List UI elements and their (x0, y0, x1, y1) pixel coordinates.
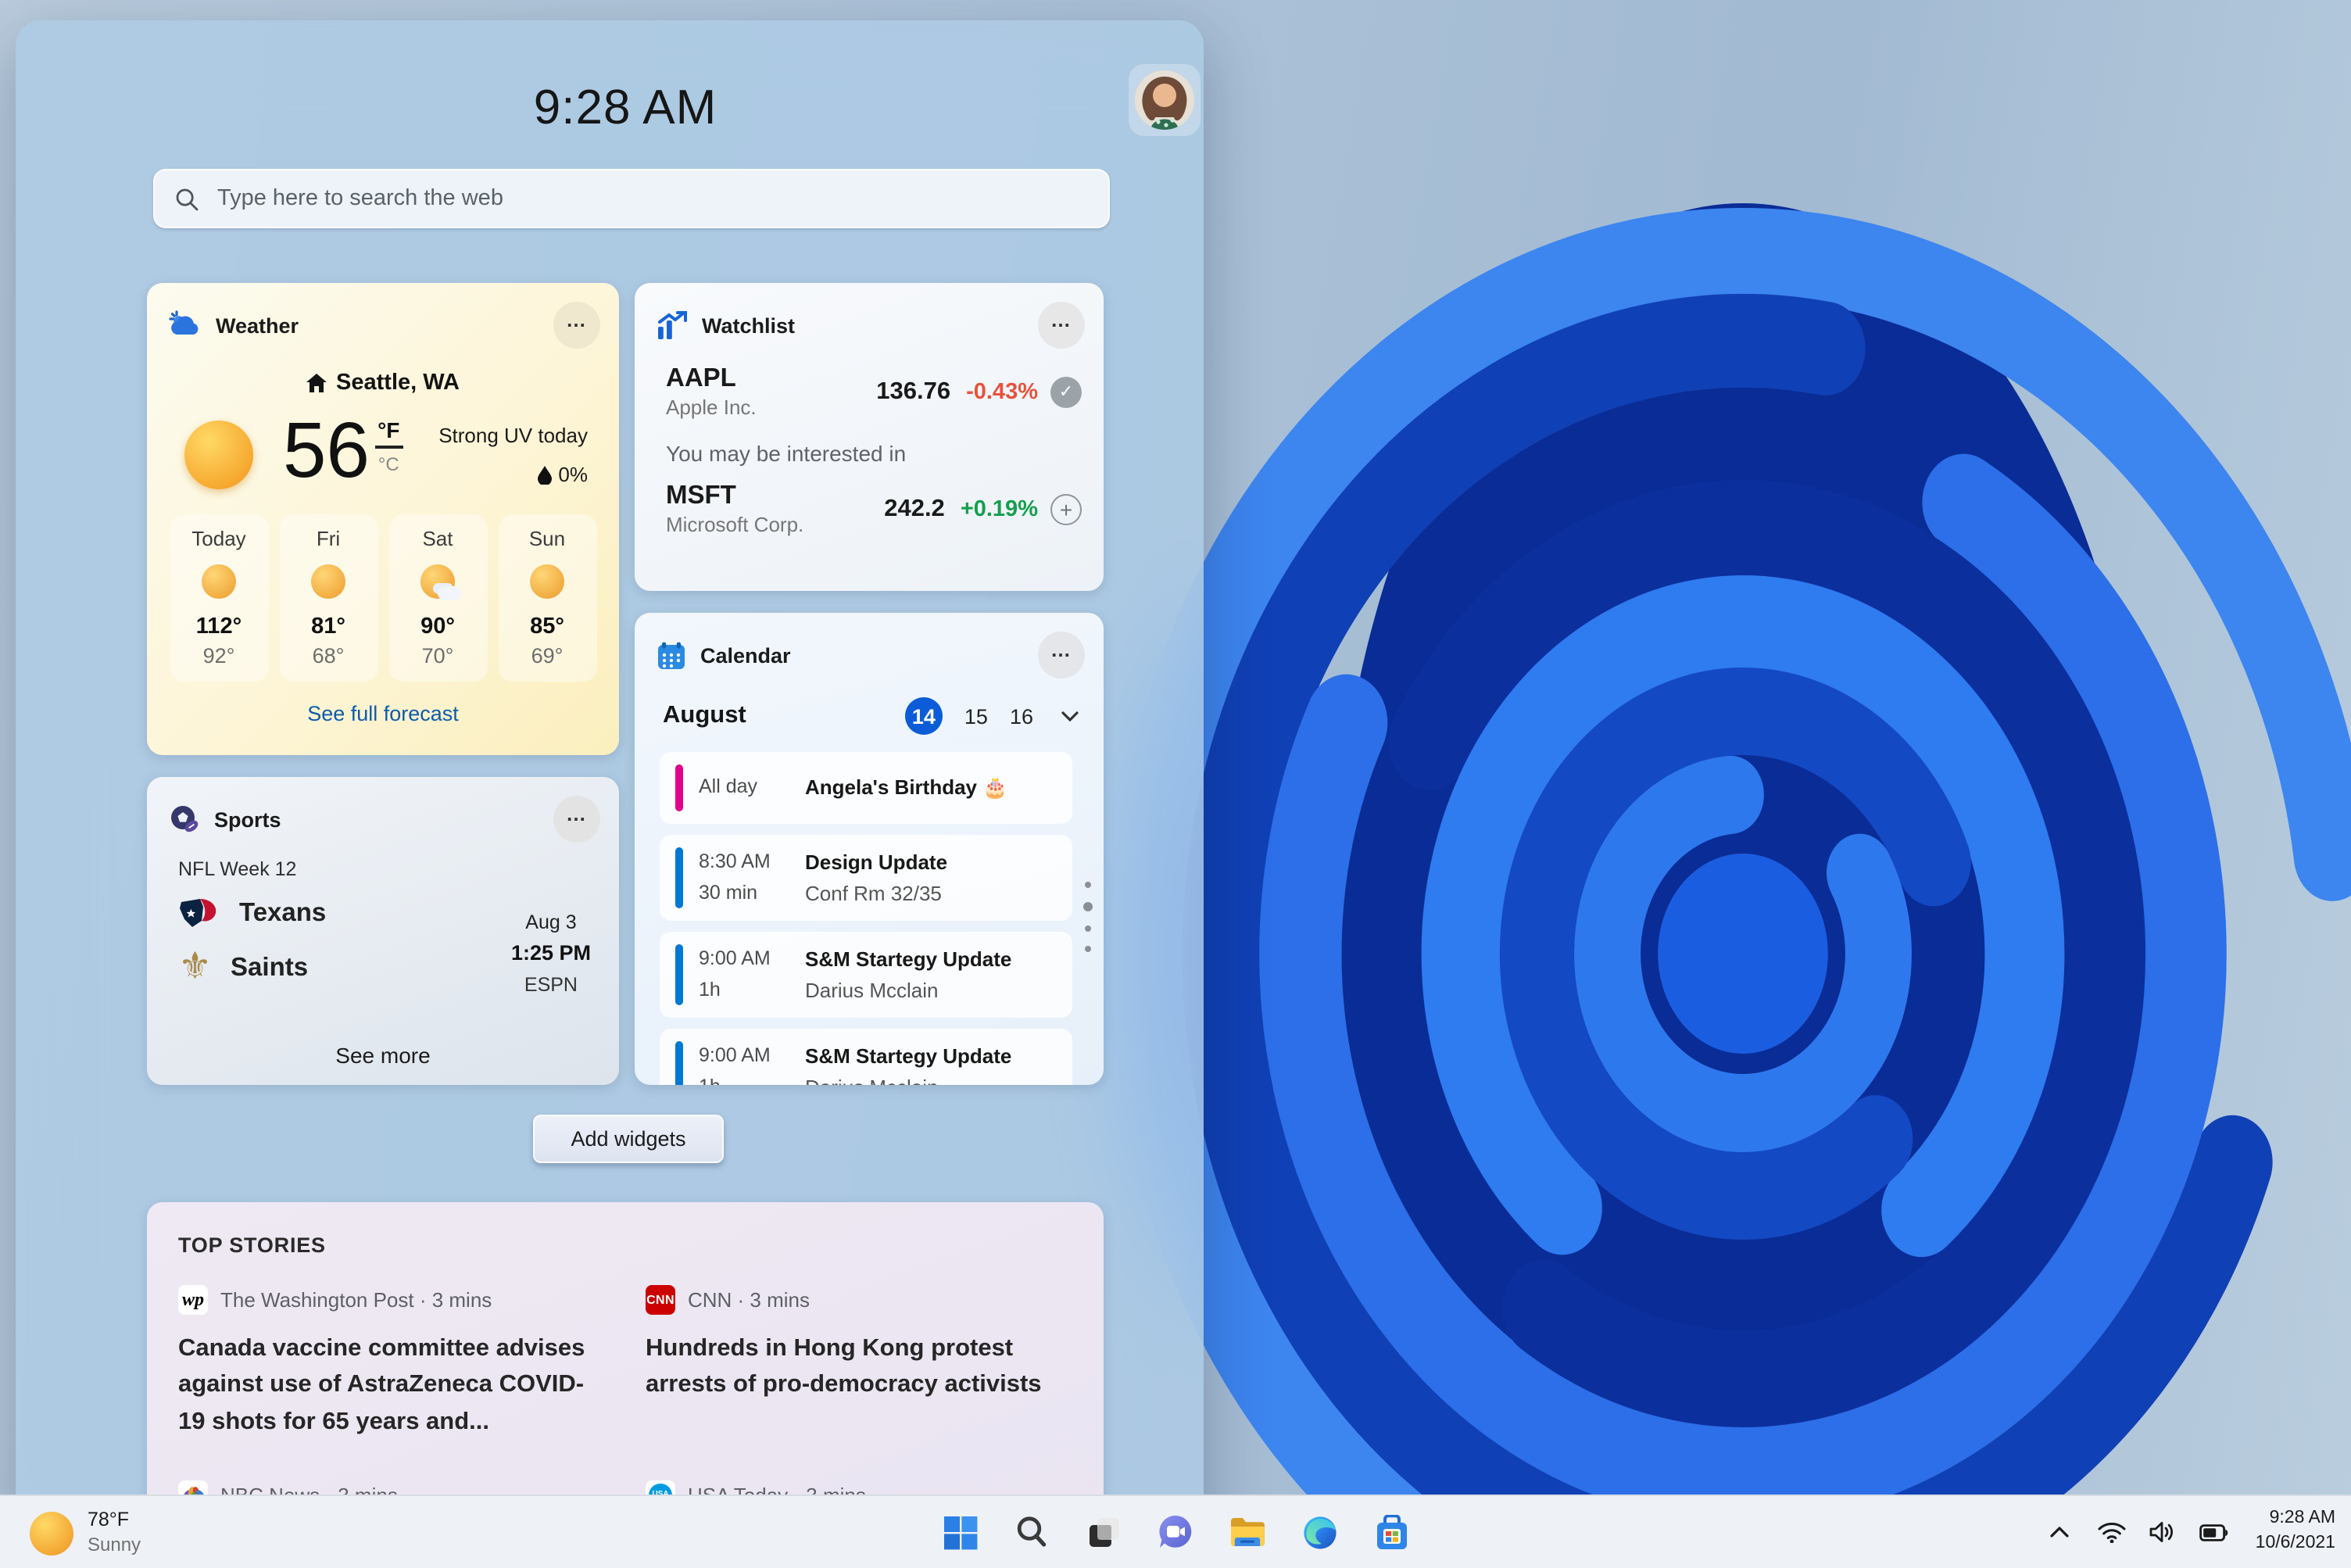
desktop: 9:28 AM Type here to search the web Weat… (0, 0, 2351, 1568)
calendar-event[interactable]: All day Angela's Birthday 🎂 (660, 752, 1072, 824)
calendar-scroll-indicator[interactable] (1083, 882, 1093, 952)
tray-expand-chevron-icon[interactable] (2040, 1509, 2081, 1555)
cnn-logo-icon: CNN (646, 1285, 675, 1315)
stock-row-aapl[interactable]: AAPL Apple Inc. 136.76 -0.43% ✓ (635, 349, 1104, 419)
panel-clock: 9:28 AM (533, 80, 717, 134)
calendar-icon (658, 641, 685, 668)
home-icon (306, 374, 327, 392)
windows-start-icon (943, 1516, 977, 1549)
weather-more-button[interactable]: … (553, 302, 600, 349)
uv-status: Strong UV today (438, 424, 588, 447)
calendar-day-14[interactable]: 14 (904, 697, 943, 735)
widgets-panel: 9:28 AM Type here to search the web Weat… (16, 20, 1204, 1568)
team-row-texans[interactable]: Texans (178, 896, 511, 930)
weather-location-row[interactable]: Seattle, WA (147, 371, 619, 396)
calendar-event[interactable]: 9:00 AM 1h S&M Startegy Update Darius Mc… (660, 932, 1072, 1018)
stocks-chart-icon (658, 310, 687, 338)
forecast-day[interactable]: Sun 85° 69° (498, 514, 596, 682)
battery-icon[interactable] (2195, 1509, 2235, 1555)
game-info: Aug 3 1:25 PM ESPN (510, 911, 591, 997)
store-button[interactable] (1362, 1502, 1421, 1562)
watchlist-title: Watchlist (702, 313, 796, 337)
taskbar: 78°F Sunny 9:28 AM 10/6/2021 (0, 1495, 2351, 1568)
weather-title: Weather (216, 313, 299, 337)
current-temp: 56 (282, 406, 370, 494)
sunny-icon (184, 421, 253, 489)
forecast-day[interactable]: Today 112° 92° (170, 514, 268, 682)
forecast-day[interactable]: Fri 81° 68° (279, 514, 378, 682)
sunny-icon (530, 564, 564, 599)
task-view-icon (1089, 1517, 1118, 1546)
add-widgets-button[interactable]: Add widgets (533, 1115, 724, 1163)
user-avatar-button[interactable] (1129, 64, 1201, 136)
file-explorer-button[interactable] (1218, 1502, 1277, 1562)
calendar-widget[interactable]: Calendar … August 14 15 16 All day Angel… (635, 613, 1104, 1085)
search-icon (176, 188, 199, 210)
top-stories-title: TOP STORIES (178, 1233, 326, 1257)
calendar-month: August (663, 702, 746, 729)
tray-time: 9:28 AM (2269, 1509, 2335, 1528)
weather-location: Seattle, WA (336, 371, 460, 396)
sports-more-button[interactable]: … (553, 796, 600, 843)
tray-date: 10/6/2021 (2255, 1534, 2335, 1552)
sunny-icon (311, 564, 345, 599)
forecast-day[interactable]: Sat 90° 70° (388, 514, 487, 682)
weather-widget[interactable]: Weather … Seattle, WA 56 °F °C Strong UV… (147, 283, 619, 755)
edge-browser-icon (1303, 1516, 1336, 1548)
edge-button[interactable] (1290, 1502, 1349, 1562)
sports-widget[interactable]: Sports … NFL Week 12 Texans ⚜ Saints Aug… (147, 777, 619, 1085)
wifi-icon[interactable] (2092, 1509, 2132, 1555)
watchlist-widget[interactable]: Watchlist … AAPL Apple Inc. 136.76 -0.43… (635, 283, 1104, 591)
watchlist-suggestion-label: You may be interested in (666, 441, 907, 466)
calendar-day-15[interactable]: 15 (964, 704, 988, 728)
see-more-link[interactable]: See more (147, 1043, 619, 1068)
chat-button[interactable] (1146, 1502, 1205, 1562)
volume-icon[interactable] (2143, 1509, 2184, 1555)
calendar-title: Calendar (700, 643, 791, 667)
sports-title: Sports (214, 807, 281, 831)
microsoft-store-icon (1376, 1514, 1406, 1548)
unit-celsius-toggle[interactable]: °C (378, 453, 399, 475)
sports-ball-icon (171, 806, 199, 832)
sunny-icon (202, 564, 236, 599)
calendar-event[interactable]: 9:00 AM 1h S&M Startegy Update Darius Mc… (660, 1029, 1072, 1085)
calendar-event[interactable]: 8:30 AM 30 min Design Update Conf Rm 32/… (660, 835, 1072, 921)
watchlist-more-button[interactable]: … (1038, 302, 1085, 349)
precip-chance: 0% (558, 463, 588, 486)
teams-chat-icon (1159, 1515, 1192, 1548)
search-button[interactable] (1002, 1502, 1061, 1562)
team-row-saints[interactable]: ⚜ Saints (178, 946, 511, 988)
watchlist-add-icon[interactable]: + (1050, 493, 1082, 524)
stock-row-msft[interactable]: MSFT Microsoft Corp. 242.2 +0.19% + (635, 466, 1104, 536)
texans-logo-icon (180, 899, 216, 927)
saints-logo-icon: ⚜ (178, 946, 213, 988)
chevron-down-icon[interactable] (1061, 711, 1079, 721)
file-explorer-icon (1231, 1518, 1265, 1546)
start-button[interactable] (930, 1502, 989, 1562)
droplet-icon (538, 465, 553, 484)
see-full-forecast-link[interactable]: See full forecast (147, 702, 619, 725)
forecast-row: Today 112° 92° Fri 81° 68° Sat 90° 70° S… (147, 514, 619, 682)
taskbar-app-icons (930, 1496, 1421, 1568)
task-view-button[interactable] (1074, 1502, 1133, 1562)
sports-league-label: NFL Week 12 (178, 858, 297, 880)
search-icon (1017, 1516, 1047, 1547)
web-search-bar (153, 169, 1110, 228)
watchlist-added-check-icon[interactable]: ✓ (1050, 376, 1082, 407)
sunny-icon (30, 1511, 73, 1555)
calendar-more-button[interactable]: … (1038, 632, 1085, 678)
search-input[interactable] (214, 184, 1088, 213)
avatar (1135, 70, 1194, 130)
system-tray: 9:28 AM 10/6/2021 (2040, 1496, 2335, 1568)
news-story[interactable]: wp The Washington Post · 3 mins Canada v… (178, 1285, 605, 1440)
weather-cloud-icon (169, 310, 199, 335)
washington-post-logo-icon: wp (178, 1285, 208, 1315)
partly-cloudy-icon (420, 564, 461, 600)
news-story[interactable]: CNN CNN · 3 mins Hundreds in Hong Kong p… (646, 1285, 1072, 1440)
tray-clock[interactable]: 9:28 AM 10/6/2021 (2256, 1508, 2335, 1556)
unit-fahrenheit-toggle[interactable]: °F (374, 417, 403, 449)
calendar-day-16[interactable]: 16 (1010, 704, 1033, 728)
taskbar-weather-chip[interactable]: 78°F Sunny (20, 1504, 159, 1562)
